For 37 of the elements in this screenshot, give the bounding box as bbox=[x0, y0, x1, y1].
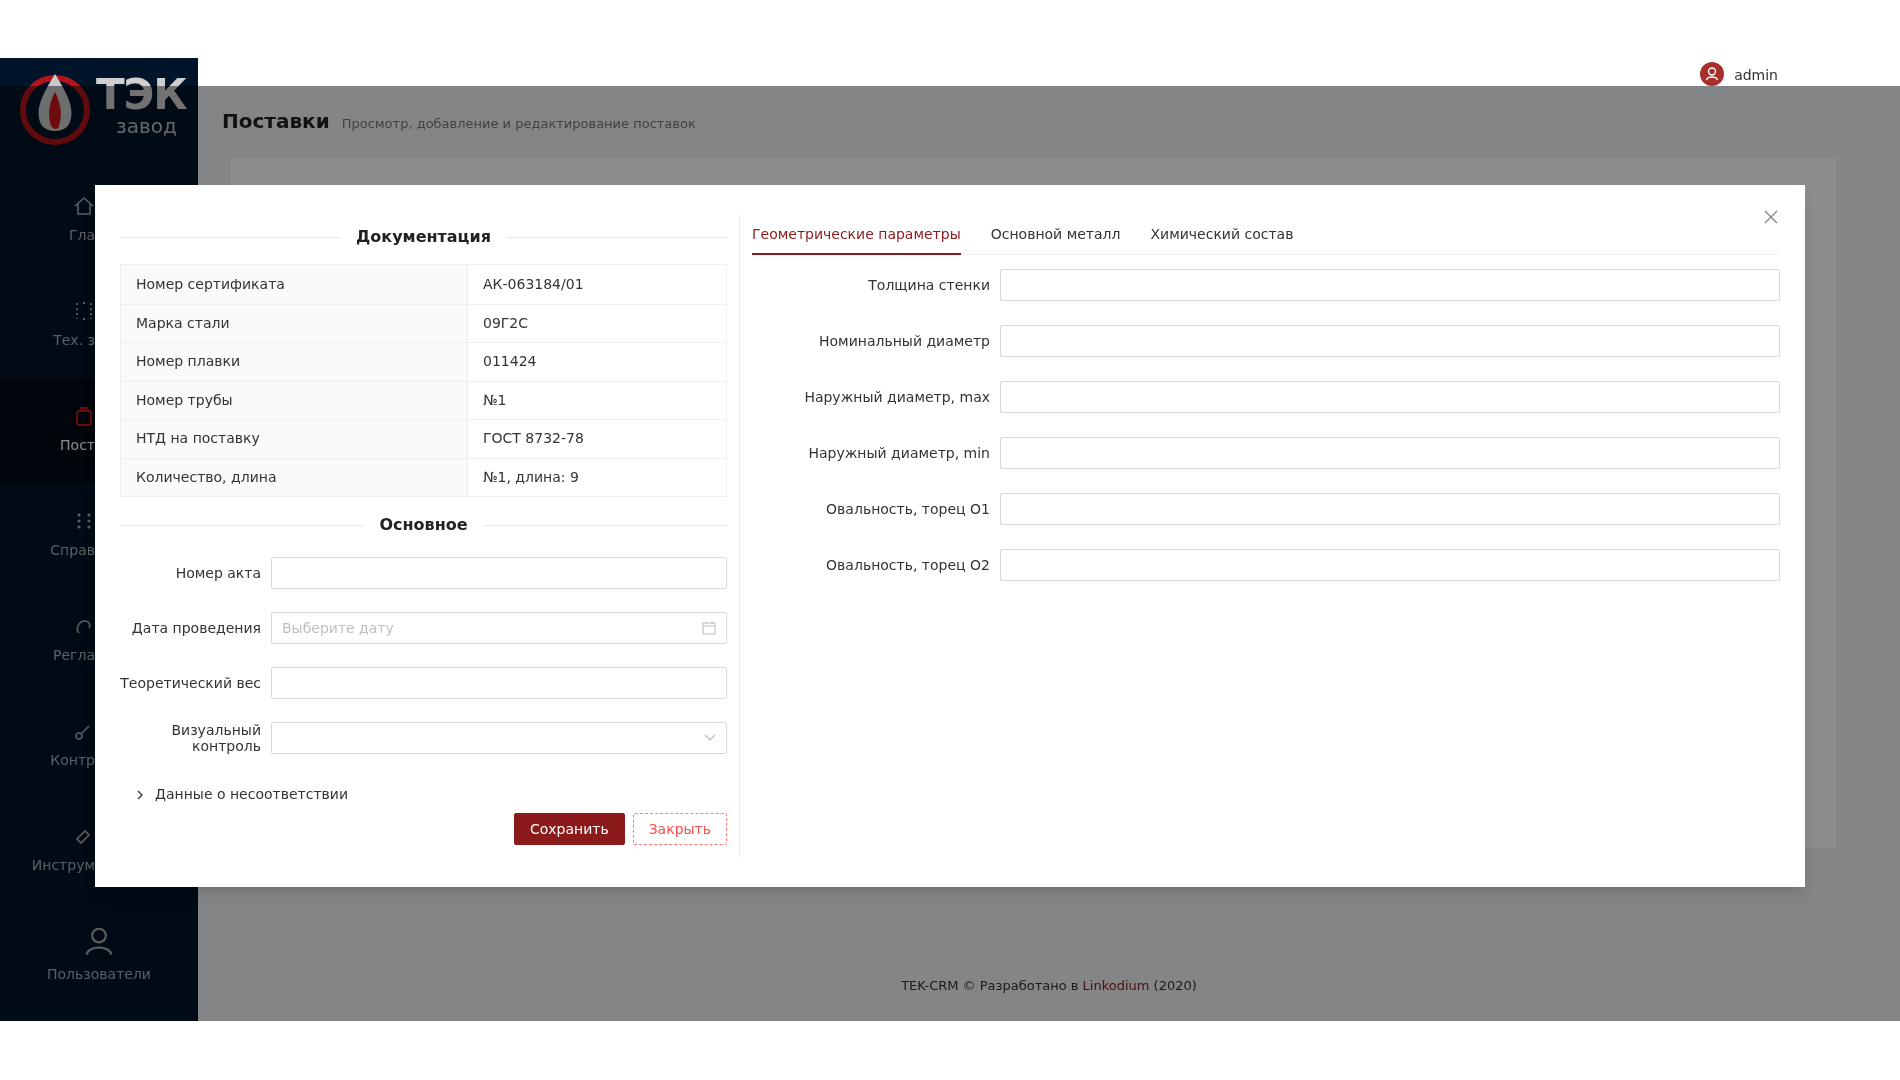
field-label: Теоретический вес bbox=[120, 675, 261, 691]
field-label: Наружный диаметр, min bbox=[807, 443, 990, 463]
nav-label: Контр bbox=[50, 751, 95, 770]
field-label: Визуальный контроль bbox=[170, 722, 261, 754]
table-value-cell-text: №1, длина: 9 bbox=[482, 467, 580, 487]
table-value-cell-text: ГОСТ 8732-78 bbox=[482, 429, 585, 449]
nav-label: Тех. з bbox=[53, 331, 95, 350]
table-label-cell: Номер плавки bbox=[121, 343, 468, 381]
table-label-cell: Количество, длина bbox=[121, 458, 468, 496]
table-value-cell-text: 011424 bbox=[482, 352, 538, 372]
table-value-cell-text: 09Г2С bbox=[482, 313, 530, 333]
table-label-cell: Номер трубы bbox=[121, 381, 468, 419]
field-label: Дата проведения bbox=[130, 620, 261, 636]
section-title: Документация bbox=[356, 226, 491, 248]
section-title: Основное bbox=[379, 514, 468, 536]
field-label: Номинальный диаметр bbox=[818, 331, 990, 351]
field-label: Овальность, торец О1 bbox=[825, 499, 990, 519]
nav-label: Справ bbox=[50, 541, 95, 560]
field-label: Овальность, торец О2 bbox=[825, 555, 990, 575]
table-label-cell: НТД на поставку bbox=[121, 420, 468, 458]
table-label-cell: Номер сертификата bbox=[121, 265, 468, 304]
nav-label: Регла bbox=[53, 646, 95, 665]
nav-label: Инструм bbox=[31, 856, 95, 875]
table-label-cell: Марка стали bbox=[121, 304, 468, 342]
table-value-cell-text: №1 bbox=[482, 390, 508, 410]
field-label: Толщина стенки bbox=[867, 275, 990, 295]
logo-text: ТЭК bbox=[96, 74, 187, 116]
footer-text: TEK-CRM © Разработано в Linkodium (2020) bbox=[901, 976, 1197, 995]
table-value-cell-text: АК-063184/01 bbox=[482, 274, 585, 294]
field-label: Наружный диаметр, max bbox=[803, 387, 990, 407]
nav-label: Гла bbox=[68, 226, 95, 245]
logo-subtitle: завод bbox=[115, 116, 178, 136]
field-label: Номер акта bbox=[174, 565, 261, 581]
nav-label: Пользователи bbox=[47, 965, 151, 984]
page-subtitle: Просмотр, добавление и редактирование поставок bbox=[341, 115, 696, 133]
page-title: Поставки bbox=[222, 108, 330, 135]
nav-label: Пост bbox=[60, 436, 95, 455]
